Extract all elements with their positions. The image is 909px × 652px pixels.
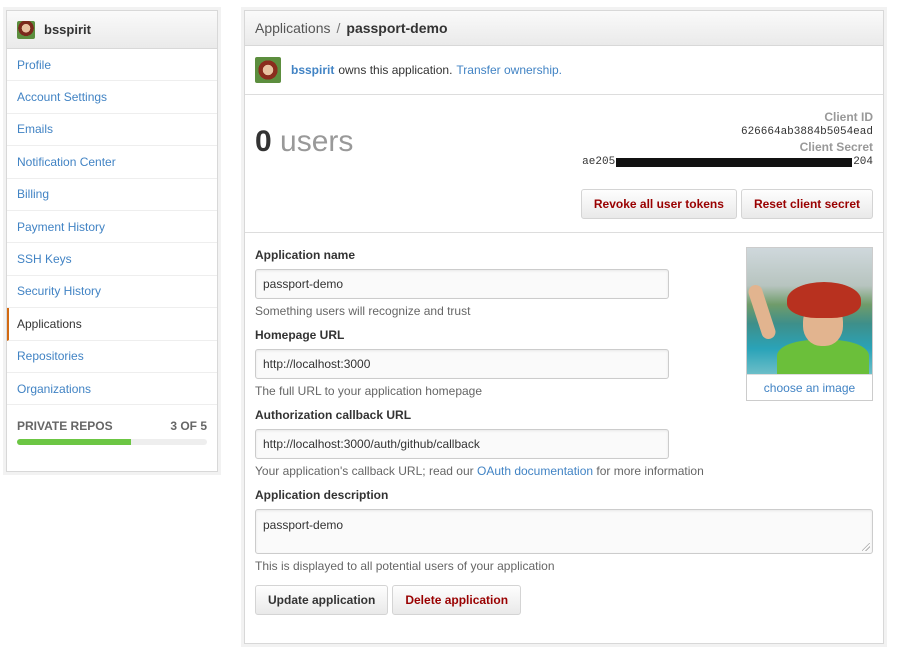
resize-grip-icon[interactable]	[862, 543, 870, 551]
sidebar-item-emails[interactable]: Emails	[7, 113, 217, 147]
logo-image-hat	[787, 282, 861, 318]
client-secret-value: ae205 204	[582, 156, 873, 168]
sidebar-header: bsspirit	[7, 11, 217, 49]
sidebar-item-notification-center[interactable]: Notification Center	[7, 146, 217, 179]
breadcrumb-applications[interactable]: Applications	[255, 20, 331, 36]
account-sidebar: bsspirit Profile Account Settings Emails…	[6, 10, 218, 472]
users-label: users	[280, 125, 354, 158]
breadcrumb-separator: /	[336, 20, 341, 36]
sidebar-item-repositories[interactable]: Repositories	[7, 340, 217, 373]
callback-hint-text: Your application's callback URL; read ou…	[255, 464, 474, 478]
client-secret-label: Client Secret	[799, 140, 873, 154]
client-id-label: Client ID	[824, 110, 873, 124]
sidebar-item-security-history[interactable]: Security History	[7, 275, 217, 309]
private-repos-label: PRIVATE REPOS	[17, 419, 113, 434]
client-secret-prefix: ae205	[582, 156, 616, 168]
reset-secret-button[interactable]: Reset client secret	[740, 189, 873, 219]
logo-image-arm	[747, 283, 778, 341]
choose-image-link[interactable]: choose an image	[747, 374, 872, 401]
client-secret-redaction	[616, 157, 853, 167]
private-repos-progress-fill	[17, 439, 131, 446]
private-repos-section: PRIVATE REPOS 3 OF 5	[7, 405, 217, 446]
sidebar-item-billing[interactable]: Billing	[7, 178, 217, 211]
owner-username-link[interactable]: bsspirit	[291, 63, 334, 77]
callback-url-hint: Your application's callback URL; read ou…	[255, 464, 873, 478]
callback-hint-text-end: for more information	[596, 464, 704, 478]
user-avatar	[17, 20, 35, 39]
sidebar-item-payment-history[interactable]: Payment History	[7, 210, 217, 244]
description-textarea[interactable]: passport-demo	[255, 509, 873, 554]
application-logo-image	[747, 248, 872, 374]
application-logo: choose an image	[746, 247, 873, 401]
owner-text: owns this application.	[338, 63, 453, 77]
breadcrumb-app-name: passport-demo	[346, 20, 448, 36]
delete-application-button[interactable]: Delete application	[392, 585, 522, 615]
description-hint: This is displayed to all potential users…	[255, 559, 555, 573]
private-repos-count: 3 OF 5	[170, 419, 207, 434]
update-application-button[interactable]: Update application	[255, 585, 389, 615]
callback-url-label: Authorization callback URL	[255, 408, 412, 422]
sidebar-item-applications[interactable]: Applications	[7, 308, 217, 341]
client-secret-suffix: 204	[853, 156, 873, 168]
credential-actions: Revoke all user tokens Reset client secr…	[580, 189, 873, 219]
application-form: Application name passport-demo Something…	[245, 233, 883, 615]
transfer-ownership-link[interactable]: Transfer ownership.	[456, 63, 562, 77]
description-value: passport-demo	[263, 518, 344, 532]
breadcrumb: Applications / passport-demo	[245, 11, 883, 46]
client-id-value: 626664ab3884b5054ead	[740, 126, 873, 138]
application-panel: Applications / passport-demo bsspirit ow…	[244, 10, 884, 644]
app-name-input[interactable]: passport-demo	[255, 269, 669, 299]
users-number: 0	[255, 125, 272, 158]
owner-avatar	[255, 57, 281, 83]
description-label: Application description	[255, 488, 389, 502]
client-credentials: Client ID 626664ab3884b5054ead Client Se…	[582, 110, 873, 168]
revoke-tokens-button[interactable]: Revoke all user tokens	[580, 189, 737, 219]
form-actions: Update application Delete application	[255, 585, 873, 615]
owner-row: bsspirit owns this application. Transfer…	[245, 46, 883, 95]
oauth-documentation-link[interactable]: OAuth documentation	[477, 464, 593, 478]
homepage-url-input[interactable]: http://localhost:3000	[255, 349, 669, 379]
sidebar-item-profile[interactable]: Profile	[7, 49, 217, 82]
sidebar-item-organizations[interactable]: Organizations	[7, 372, 217, 406]
callback-url-input[interactable]: http://localhost:3000/auth/github/callba…	[255, 429, 669, 459]
users-count: 0 users	[255, 125, 353, 159]
private-repos-progress-bar	[17, 439, 207, 446]
app-stats: 0 users Client ID 626664ab3884b5054ead C…	[245, 95, 883, 233]
sidebar-item-ssh-keys[interactable]: SSH Keys	[7, 243, 217, 276]
sidebar-item-account-settings[interactable]: Account Settings	[7, 81, 217, 114]
sidebar-username: bsspirit	[44, 22, 91, 37]
